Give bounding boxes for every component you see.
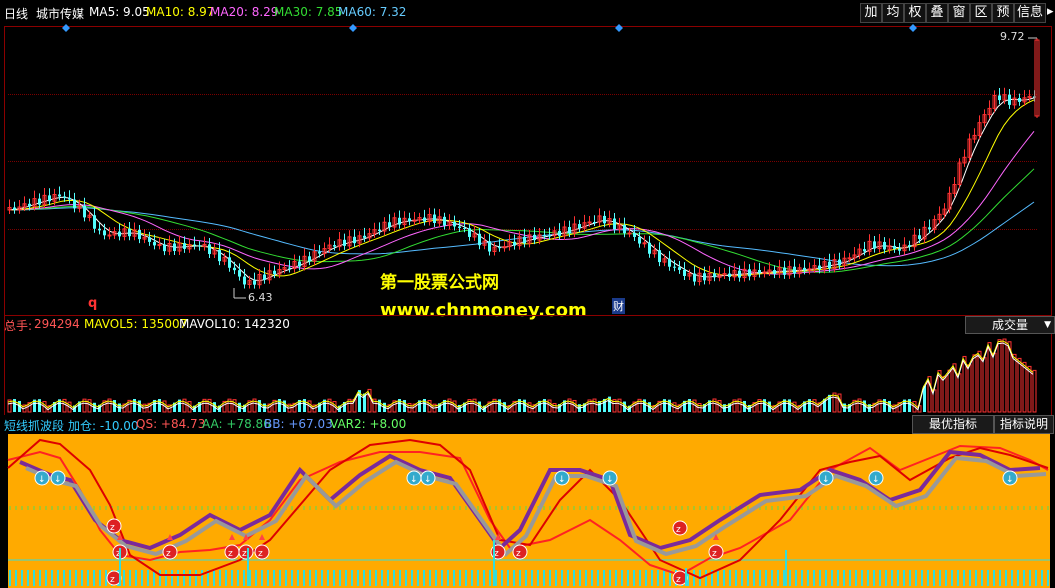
svg-text:↓: ↓ (1006, 475, 1014, 485)
sell-signal-icon: ↓ (420, 470, 436, 486)
sell-signal-icon: ↓ (554, 470, 570, 486)
svg-text:z: z (242, 549, 247, 559)
svg-text:z: z (516, 549, 521, 559)
buy-signal-icon: z (708, 544, 724, 560)
buy-signal-icon: z (512, 544, 528, 560)
svg-text:↓: ↓ (424, 475, 432, 485)
buy-signal-icon: z (672, 570, 688, 586)
sell-signal-icon: ↓ (50, 470, 66, 486)
buy-signal-icon: z (224, 544, 240, 560)
buy-signal-icon: z (106, 518, 122, 534)
svg-text:z: z (110, 575, 115, 585)
sell-signal-icon: ↓ (34, 470, 50, 486)
svg-text:z: z (676, 525, 681, 535)
svg-text:↓: ↓ (38, 475, 46, 485)
buy-signal-icon: z (672, 520, 688, 536)
sell-signal-icon: ↓ (868, 470, 884, 486)
sell-signal-icon: ↓ (818, 470, 834, 486)
up-arrow-icon (259, 534, 265, 540)
buy-signal-icon: z (254, 544, 270, 560)
svg-text:z: z (676, 575, 681, 585)
svg-text:z: z (228, 549, 233, 559)
svg-text:z: z (712, 549, 717, 559)
indicator-chart: ↓ ↓ ↓ ↓ ↓ ↓ ↓ ↓ ↓zz z z z z z zzzz z (7, 438, 1050, 586)
svg-text:z: z (110, 523, 115, 533)
svg-text:↓: ↓ (606, 475, 614, 485)
svg-text:z: z (258, 549, 263, 559)
svg-text:↓: ↓ (410, 475, 418, 485)
buy-signal-icon: z (162, 544, 178, 560)
svg-text:↓: ↓ (822, 475, 830, 485)
buy-signal-icon: z (238, 544, 254, 560)
sell-signal-icon: ↓ (1002, 470, 1018, 486)
svg-text:↓: ↓ (872, 475, 880, 485)
buy-signal-icon: z (106, 570, 122, 586)
svg-text:↓: ↓ (558, 475, 566, 485)
sell-signal-icon: ↓ (602, 470, 618, 486)
svg-text:↓: ↓ (54, 475, 62, 485)
svg-text:z: z (166, 549, 171, 559)
sell-signal-icon: ↓ (406, 470, 422, 486)
up-arrow-icon (229, 534, 235, 540)
